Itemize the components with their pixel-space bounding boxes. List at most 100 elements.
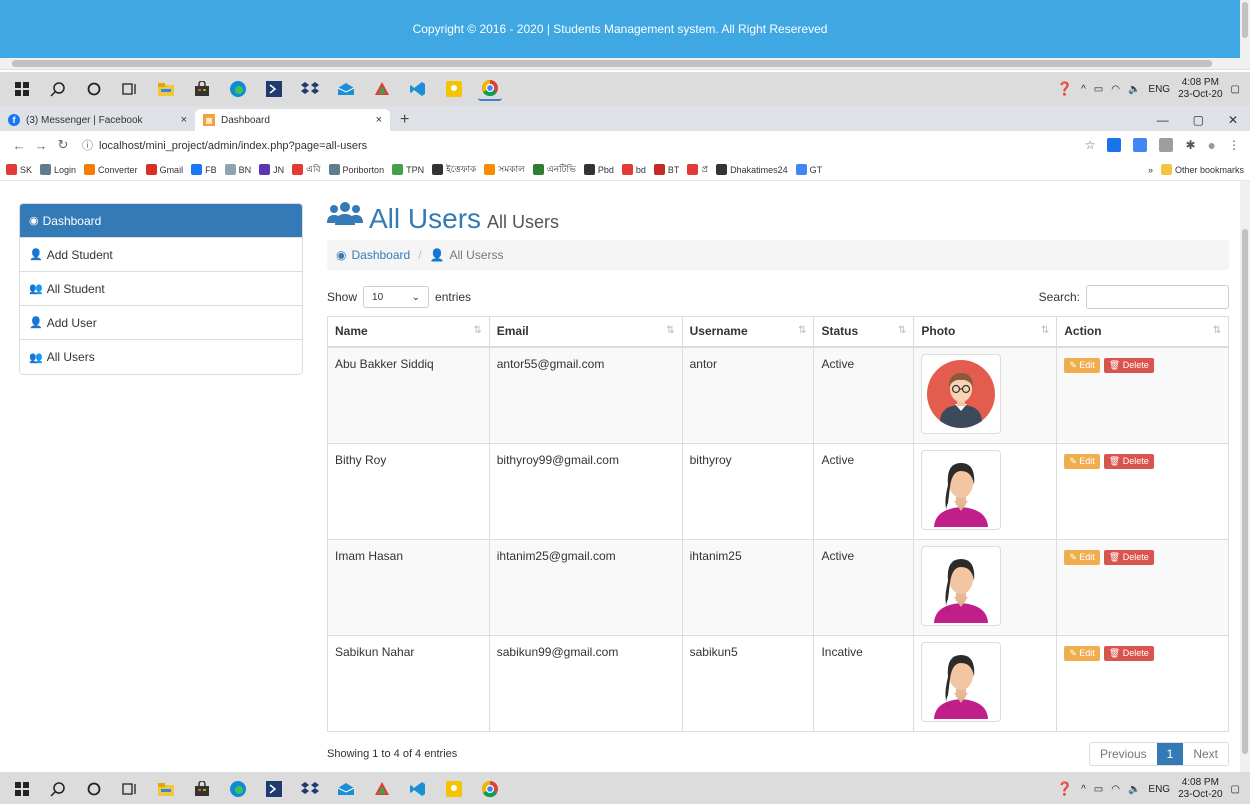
clock[interactable]: 4:08 PM 23-Oct-20 [1178, 777, 1222, 801]
reload-icon[interactable]: ↻ [52, 137, 74, 153]
info-icon[interactable]: ⓘ [82, 140, 93, 152]
vertical-scrollbar[interactable] [1240, 181, 1250, 772]
extension-translate-icon[interactable] [1133, 138, 1148, 152]
close-icon[interactable]: × [181, 114, 187, 126]
help-icon[interactable]: ❓ [1057, 81, 1073, 97]
edge-icon[interactable] [226, 77, 250, 101]
search-icon[interactable] [46, 77, 70, 101]
bookmarks-more-icon[interactable]: » [1148, 165, 1153, 175]
powershell-icon[interactable] [262, 777, 286, 801]
cortana-icon[interactable] [82, 777, 106, 801]
column-header-action[interactable]: Action ⇅ [1056, 316, 1229, 348]
mail-icon[interactable] [334, 777, 358, 801]
app-colorful-icon[interactable] [370, 77, 394, 101]
help-icon[interactable]: ❓ [1057, 781, 1073, 797]
battery-icon[interactable]: ▭ [1094, 84, 1103, 95]
profile-avatar-icon[interactable]: ● [1208, 137, 1216, 153]
windows-start-icon[interactable] [10, 77, 34, 101]
notification-icon[interactable]: ▢ [1231, 84, 1240, 95]
bookmark-item[interactable]: TPN [392, 164, 424, 175]
chevron-up-icon[interactable]: ^ [1081, 784, 1086, 795]
other-bookmarks[interactable]: Other bookmarks [1160, 164, 1244, 175]
vertical-scrollbar-top[interactable] [1240, 0, 1250, 58]
paint-icon[interactable] [442, 77, 466, 101]
search-input[interactable] [1086, 285, 1229, 309]
wifi-icon[interactable]: ◠ [1111, 84, 1120, 95]
search-icon[interactable] [46, 777, 70, 801]
extensions-puzzle-icon[interactable]: ✱ [1185, 138, 1195, 152]
bookmark-item[interactable]: Login [40, 164, 76, 175]
forward-icon[interactable]: → [30, 138, 52, 153]
pagination-next[interactable]: Next [1183, 743, 1228, 765]
bookmark-item[interactable]: প্র [687, 162, 708, 177]
bookmark-item[interactable]: ইত্তেফাক [432, 162, 476, 177]
powershell-icon[interactable] [262, 77, 286, 101]
edit-button[interactable]: ✎ Edit [1064, 645, 1100, 661]
column-header-photo[interactable]: Photo ⇅ [913, 316, 1058, 348]
pagination-previous[interactable]: Previous [1090, 743, 1157, 765]
close-window-icon[interactable]: ✕ [1228, 113, 1238, 127]
column-header-email[interactable]: Email ⇅ [488, 316, 683, 348]
language-indicator[interactable]: ENG [1148, 784, 1170, 795]
bookmark-item[interactable]: SK [6, 164, 32, 175]
clock[interactable]: 4:08 PM 23-Oct-20 [1178, 77, 1222, 101]
sidebar-item-all-users[interactable]: 👥 All Users [20, 340, 302, 374]
tab-messenger[interactable]: f (3) Messenger | Facebook × [0, 109, 195, 131]
edge-icon[interactable] [226, 777, 250, 801]
extension-gray-icon[interactable] [1159, 138, 1174, 152]
file-explorer-icon[interactable] [154, 77, 178, 101]
maximize-icon[interactable]: ▢ [1193, 113, 1204, 127]
vscode-icon[interactable] [406, 77, 430, 101]
sidebar-item-dashboard[interactable]: ◉ Dashboard [20, 204, 302, 238]
column-header-username[interactable]: Username ⇅ [681, 316, 815, 348]
file-explorer-icon[interactable] [154, 777, 178, 801]
chrome-icon[interactable] [478, 777, 502, 801]
horizontal-scrollbar[interactable] [0, 58, 1250, 70]
bookmark-item[interactable]: GT [795, 164, 822, 175]
breadcrumb-home-link[interactable]: Dashboard [351, 248, 410, 262]
bookmark-item[interactable]: এবি [292, 162, 321, 177]
bookmark-item[interactable]: Dhakatimes24 [716, 164, 788, 175]
cortana-icon[interactable] [82, 77, 106, 101]
tab-dashboard[interactable]: ▦ Dashboard × [195, 109, 390, 131]
sidebar-item-all-student[interactable]: 👥 All Student [20, 272, 302, 306]
wifi-icon[interactable]: ◠ [1111, 784, 1120, 795]
app-colorful-icon[interactable] [370, 777, 394, 801]
bookmark-item[interactable]: BT [653, 164, 679, 175]
bookmark-item[interactable]: JN [259, 164, 284, 175]
edit-button[interactable]: ✎ Edit [1064, 453, 1100, 469]
vscode-icon[interactable] [406, 777, 430, 801]
delete-button[interactable]: 🗑 Delete [1103, 357, 1154, 373]
star-icon[interactable]: ☆ [1085, 138, 1096, 152]
dropbox-icon[interactable] [298, 77, 322, 101]
edit-button[interactable]: ✎ Edit [1064, 357, 1100, 373]
bookmark-item[interactable]: সমকাল [484, 162, 525, 177]
edit-button[interactable]: ✎ Edit [1064, 549, 1100, 565]
entries-select[interactable]: 10 ⌄ [363, 286, 430, 308]
task-view-icon[interactable] [118, 777, 142, 801]
sidebar-item-add-user[interactable]: 👤 Add User [20, 306, 302, 340]
volume-icon[interactable]: 🔈 [1128, 84, 1140, 95]
delete-button[interactable]: 🗑 Delete [1103, 645, 1154, 661]
extension-download-icon[interactable] [1107, 138, 1122, 152]
notification-icon[interactable]: ▢ [1231, 784, 1240, 795]
bookmark-item[interactable]: Pbd [583, 164, 614, 175]
new-tab-icon[interactable]: + [390, 109, 419, 131]
language-indicator[interactable]: ENG [1148, 84, 1170, 95]
delete-button[interactable]: 🗑 Delete [1103, 453, 1154, 469]
bookmark-item[interactable]: Gmail [145, 164, 183, 175]
close-icon[interactable]: × [376, 114, 382, 126]
store-icon[interactable] [190, 77, 214, 101]
column-header-name[interactable]: Name ⇅ [327, 316, 490, 348]
menu-icon[interactable]: ⋮ [1228, 138, 1240, 152]
delete-button[interactable]: 🗑 Delete [1103, 549, 1154, 565]
store-icon[interactable] [190, 777, 214, 801]
windows-start-icon[interactable] [10, 777, 34, 801]
bookmark-item[interactable]: এনটিভি [532, 162, 576, 177]
chevron-up-icon[interactable]: ^ [1081, 84, 1086, 95]
battery-icon[interactable]: ▭ [1094, 784, 1103, 795]
bookmark-item[interactable]: Converter [84, 164, 138, 175]
task-view-icon[interactable] [118, 77, 142, 101]
dropbox-icon[interactable] [298, 777, 322, 801]
column-header-status[interactable]: Status ⇅ [813, 316, 915, 348]
